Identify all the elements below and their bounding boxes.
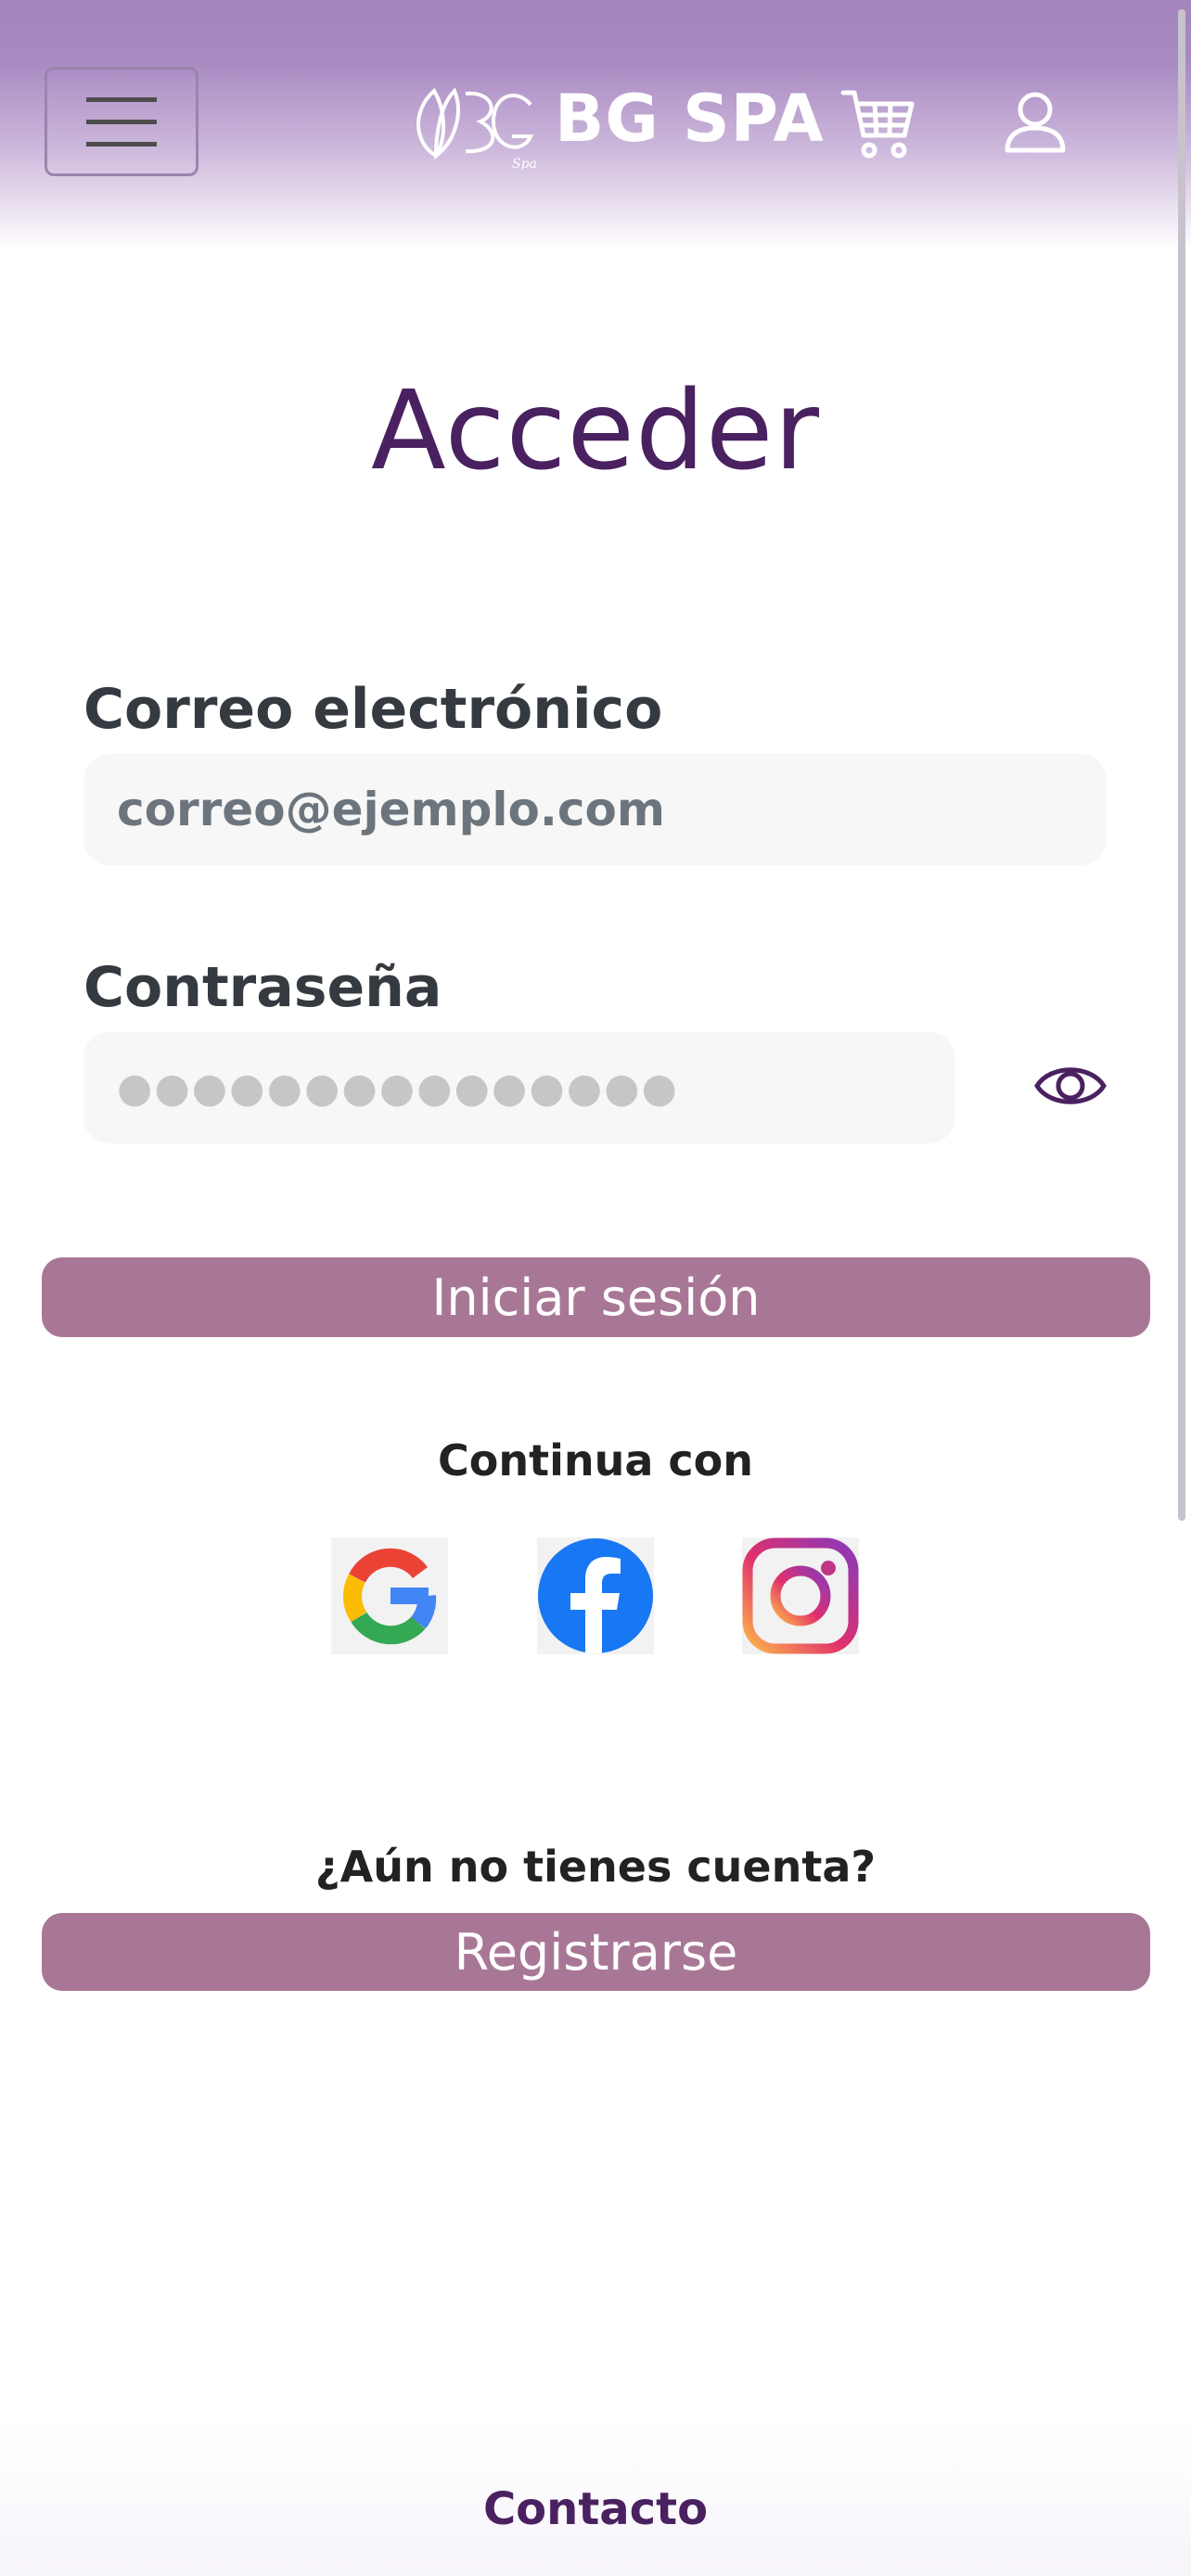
- password-value: ●●●●●●●●●●●●●●●: [117, 1064, 679, 1112]
- eye-icon: [1034, 1067, 1107, 1104]
- hamburger-icon: [86, 97, 157, 147]
- account-button[interactable]: [1002, 89, 1069, 156]
- email-label: Correo electrónico: [83, 677, 663, 742]
- show-password-button[interactable]: [1033, 1053, 1108, 1118]
- brand-name: BG SPA: [555, 81, 825, 157]
- facebook-icon: [538, 1538, 653, 1653]
- menu-toggle-button[interactable]: [45, 67, 198, 176]
- google-login-button[interactable]: [331, 1537, 448, 1654]
- facebook-login-button[interactable]: [537, 1537, 654, 1654]
- email-placeholder: correo@ejemplo.com: [117, 783, 665, 836]
- password-label: Contraseña: [83, 955, 442, 1020]
- top-navbar: Spa BG SPA: [0, 0, 1191, 250]
- page-title: Acceder: [370, 366, 820, 494]
- cart-button[interactable]: [839, 83, 917, 161]
- cart-icon: [840, 90, 915, 159]
- login-button[interactable]: Iniciar sesión: [42, 1257, 1150, 1337]
- social-heading: Continua con: [437, 1435, 754, 1486]
- contact-link[interactable]: Contacto: [0, 2483, 1191, 2535]
- password-field[interactable]: ●●●●●●●●●●●●●●●: [83, 1032, 955, 1143]
- lotus-logo-icon: Spa: [416, 87, 537, 170]
- scrollbar[interactable]: [1178, 9, 1185, 1521]
- email-field[interactable]: correo@ejemplo.com: [83, 754, 1107, 865]
- user-icon: [1005, 92, 1066, 153]
- instagram-icon: [742, 1537, 859, 1654]
- instagram-login-button[interactable]: [742, 1537, 859, 1654]
- signup-button[interactable]: Registrarse: [42, 1913, 1150, 1991]
- brand[interactable]: Spa BG SPA: [408, 72, 825, 174]
- signup-prompt: ¿Aún no tienes cuenta?: [314, 1842, 877, 1892]
- svg-text:Spa: Spa: [512, 157, 537, 170]
- google-icon: [343, 1548, 437, 1645]
